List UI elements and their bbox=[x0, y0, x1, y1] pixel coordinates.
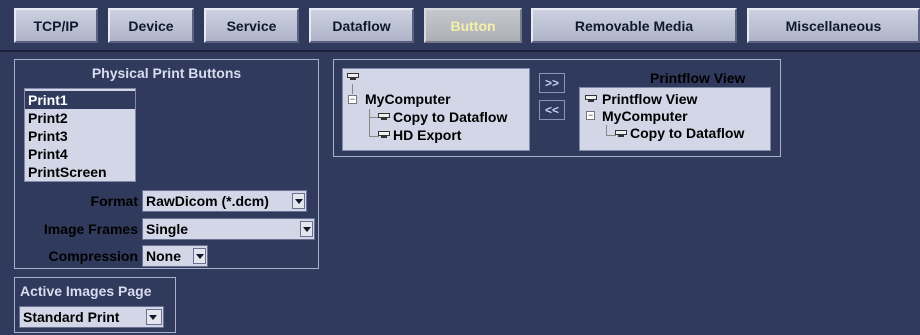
list-item[interactable]: PrintScreen bbox=[25, 163, 135, 181]
print-button-list[interactable]: Print1 Print2 Print3 Print4 PrintScreen bbox=[24, 88, 136, 182]
network-root-icon bbox=[584, 94, 597, 104]
tab-separator bbox=[0, 50, 920, 52]
format-select[interactable]: RawDicom (*.dcm) bbox=[142, 190, 307, 212]
export-device-icon bbox=[377, 130, 390, 140]
tree-node-mycomputer[interactable]: MyComputer bbox=[602, 108, 688, 124]
printflow-config-panel: − MyComputer Copy to Dataflow HD Export … bbox=[333, 59, 781, 157]
compression-label: Compression bbox=[48, 248, 138, 264]
export-device-icon bbox=[377, 112, 390, 122]
tree-line bbox=[369, 109, 370, 137]
physical-print-buttons-title: Physical Print Buttons bbox=[91, 65, 242, 81]
active-images-page-value: Standard Print bbox=[23, 309, 120, 325]
image-frames-label: Image Frames bbox=[43, 221, 138, 237]
tab-miscellaneous[interactable]: Miscellaneous bbox=[747, 8, 920, 43]
tab-device[interactable]: Device bbox=[108, 8, 194, 43]
physical-print-buttons-panel: Physical Print Buttons Print1 Print2 Pri… bbox=[14, 59, 319, 269]
format-value: RawDicom (*.dcm) bbox=[146, 193, 269, 209]
tab-service[interactable]: Service bbox=[204, 8, 299, 43]
chevron-down-icon[interactable] bbox=[292, 193, 305, 209]
remove-from-printflow-button[interactable]: << bbox=[539, 100, 565, 120]
available-devices-tree[interactable]: − MyComputer Copy to Dataflow HD Export bbox=[342, 68, 530, 151]
image-frames-select[interactable]: Single bbox=[142, 218, 315, 240]
tab-bar: TCP/IP Device Service Dataflow Button Re… bbox=[0, 0, 920, 48]
network-root-icon bbox=[346, 72, 359, 82]
active-images-page-select[interactable]: Standard Print bbox=[19, 306, 164, 328]
add-to-printflow-button[interactable]: >> bbox=[539, 73, 565, 93]
chevron-down-icon[interactable] bbox=[146, 309, 162, 325]
tree-node-printflow-view[interactable]: Printflow View bbox=[602, 91, 697, 107]
compression-value: None bbox=[146, 248, 181, 264]
image-frames-value: Single bbox=[146, 221, 189, 237]
chevron-down-icon[interactable] bbox=[300, 221, 313, 237]
list-item[interactable]: Print4 bbox=[25, 145, 135, 163]
printflow-view-title: Printflow View bbox=[650, 70, 746, 86]
tree-line bbox=[352, 84, 353, 94]
compression-select[interactable]: None bbox=[142, 245, 208, 267]
format-label: Format bbox=[90, 193, 138, 209]
tree-node-copy-to-dataflow[interactable]: Copy to Dataflow bbox=[393, 109, 507, 125]
active-images-page-title: Active Images Page bbox=[20, 283, 152, 299]
tab-tcpip[interactable]: TCP/IP bbox=[14, 8, 98, 43]
tab-removable-media[interactable]: Removable Media bbox=[531, 8, 737, 43]
active-images-page-panel: Active Images Page Standard Print bbox=[14, 277, 176, 333]
list-item[interactable]: Print3 bbox=[25, 127, 135, 145]
chevron-down-icon[interactable] bbox=[193, 248, 206, 264]
list-item[interactable]: Print1 bbox=[25, 91, 135, 109]
export-device-icon bbox=[614, 129, 627, 139]
list-item[interactable]: Print2 bbox=[25, 109, 135, 127]
printflow-view-tree[interactable]: Printflow View − MyComputer Copy to Data… bbox=[579, 87, 771, 151]
tab-dataflow[interactable]: Dataflow bbox=[309, 8, 414, 43]
collapse-icon[interactable]: − bbox=[348, 95, 357, 104]
tree-node-hd-export[interactable]: HD Export bbox=[393, 127, 461, 143]
collapse-icon[interactable]: − bbox=[586, 111, 595, 120]
tree-node-copy-to-dataflow[interactable]: Copy to Dataflow bbox=[630, 125, 744, 141]
tree-node-mycomputer[interactable]: MyComputer bbox=[365, 91, 451, 107]
tab-button[interactable]: Button bbox=[424, 8, 522, 43]
